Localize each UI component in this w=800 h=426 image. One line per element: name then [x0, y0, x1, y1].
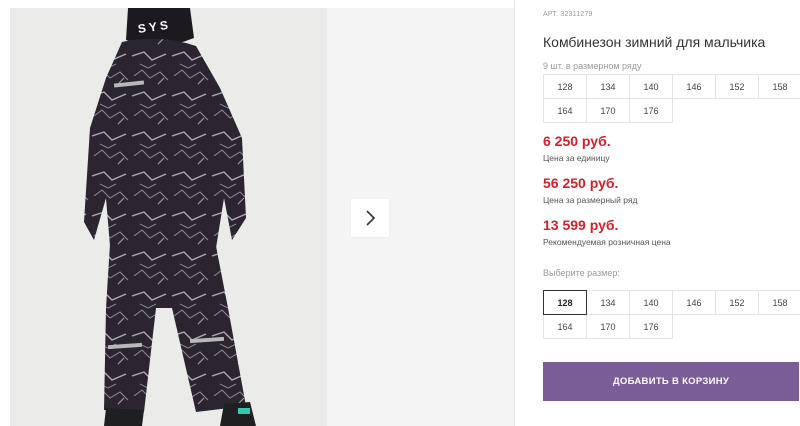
article-number: АРТ. 32311279	[543, 11, 593, 18]
product-gallery: S Y S	[0, 0, 514, 426]
size-row-cell: 134	[586, 74, 630, 99]
size-option[interactable]: 152	[715, 290, 759, 315]
size-option[interactable]: 134	[586, 290, 630, 315]
choose-size-label: Выберите размер:	[543, 268, 620, 278]
size-row-cell: 176	[629, 98, 673, 123]
size-option[interactable]: 140	[629, 290, 673, 315]
add-to-cart-button[interactable]: ДОБАВИТЬ В КОРЗИНУ	[543, 362, 799, 401]
size-option[interactable]: 158	[758, 290, 800, 315]
size-row-cell: 164	[543, 98, 587, 123]
size-row-cell: 146	[672, 74, 716, 99]
size-selector: 128 134 140 146 152 158 164 170 176	[543, 290, 800, 339]
unit-price: 6 250 руб.	[543, 133, 611, 149]
gallery-next-button[interactable]	[351, 199, 389, 237]
row-price-label: Цена за размерный ряд	[543, 195, 638, 205]
size-option[interactable]: 146	[672, 290, 716, 315]
size-row-cell: 152	[715, 74, 759, 99]
size-option[interactable]: 170	[586, 314, 630, 339]
size-row-grid: 128 134 140 146 152 158 164 170 176	[543, 74, 800, 123]
size-row-cell: 170	[586, 98, 630, 123]
size-option-selected[interactable]: 128	[543, 290, 587, 315]
size-option[interactable]: 176	[629, 314, 673, 339]
chevron-right-icon	[366, 210, 376, 226]
product-image: S Y S	[10, 8, 327, 426]
panel-divider	[514, 0, 515, 426]
retail-price: 13 599 руб.	[543, 217, 619, 233]
size-option[interactable]: 164	[543, 314, 587, 339]
size-row-cell: 140	[629, 74, 673, 99]
size-row-cell: 128	[543, 74, 587, 99]
product-photo: S Y S	[10, 8, 327, 426]
product-title: Комбинезон зимний для мальчика	[543, 34, 766, 50]
unit-price-label: Цена за единицу	[543, 153, 610, 163]
retail-price-label: Рекомендуемая розничная цена	[543, 237, 671, 247]
size-row-cell: 158	[758, 74, 800, 99]
row-price: 56 250 руб.	[543, 175, 619, 191]
size-row-label: 9 шт. в размерном ряду	[543, 61, 642, 71]
